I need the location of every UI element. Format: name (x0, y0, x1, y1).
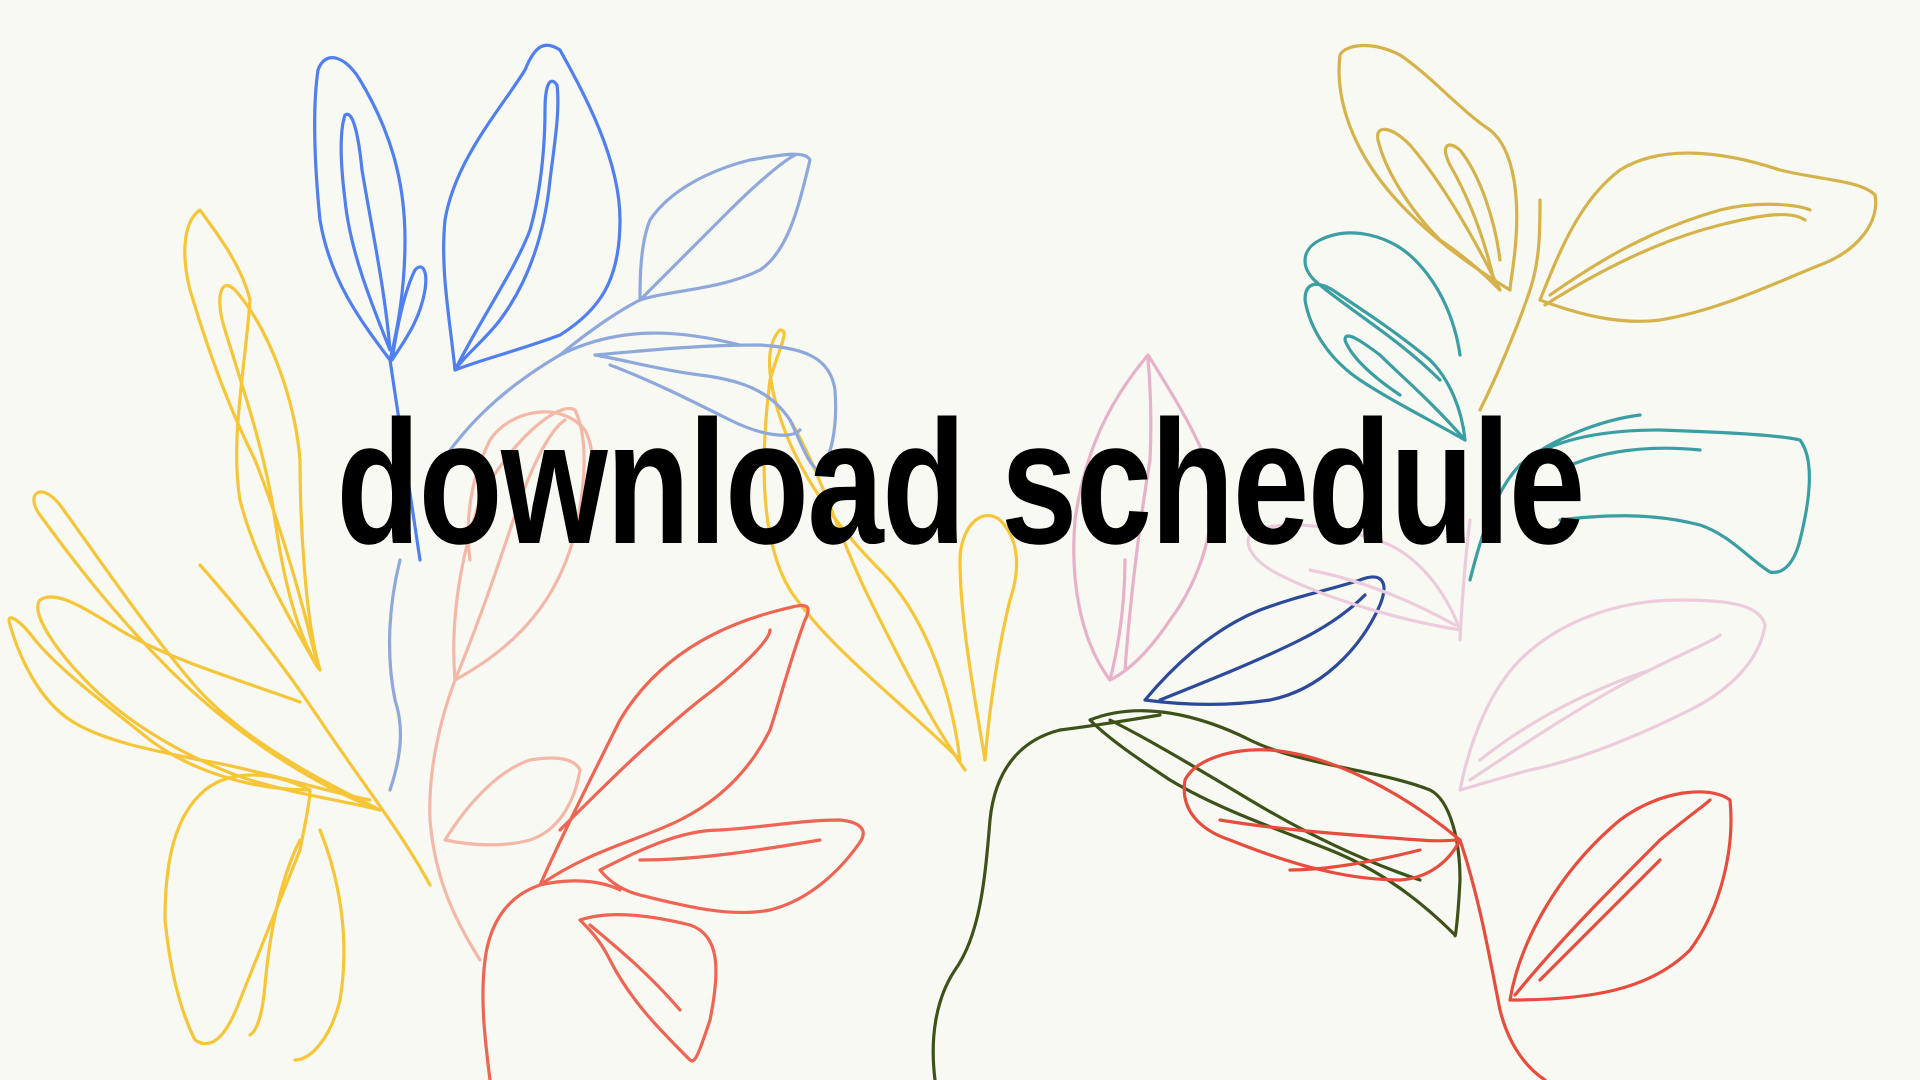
olive-leaf-right (1088, 709, 1462, 938)
schedule-banner: download schedule (0, 0, 1920, 1080)
blue-leaf-left (313, 56, 407, 362)
red-leaf-left (1182, 748, 1462, 882)
coral-leaf-lower (578, 912, 718, 1063)
peach-stem (428, 678, 482, 962)
navy-leaf (1143, 575, 1386, 707)
peach-leaf-small (443, 756, 582, 847)
page-title: download schedule (336, 385, 1585, 581)
red-stem (1458, 838, 1547, 1080)
mustard-leaf-top-right (1538, 151, 1878, 323)
coral-leaf-upper (538, 604, 810, 887)
navy-plant (1143, 575, 1386, 707)
coral-plant (481, 604, 865, 1080)
mustard-plant (1337, 43, 1878, 412)
red-leaf-bottom-right (1508, 790, 1733, 1002)
blue-leaf-right (442, 43, 622, 372)
mustard-stem (1478, 198, 1542, 412)
coral-stem (481, 879, 622, 1080)
yellow-leaf-lower (163, 773, 312, 1046)
coral-leaf-right (598, 818, 865, 915)
yellow-plant-left (7, 208, 1019, 1062)
light-pink-leaf-right (1458, 598, 1767, 792)
olive-stem (931, 713, 1162, 1080)
